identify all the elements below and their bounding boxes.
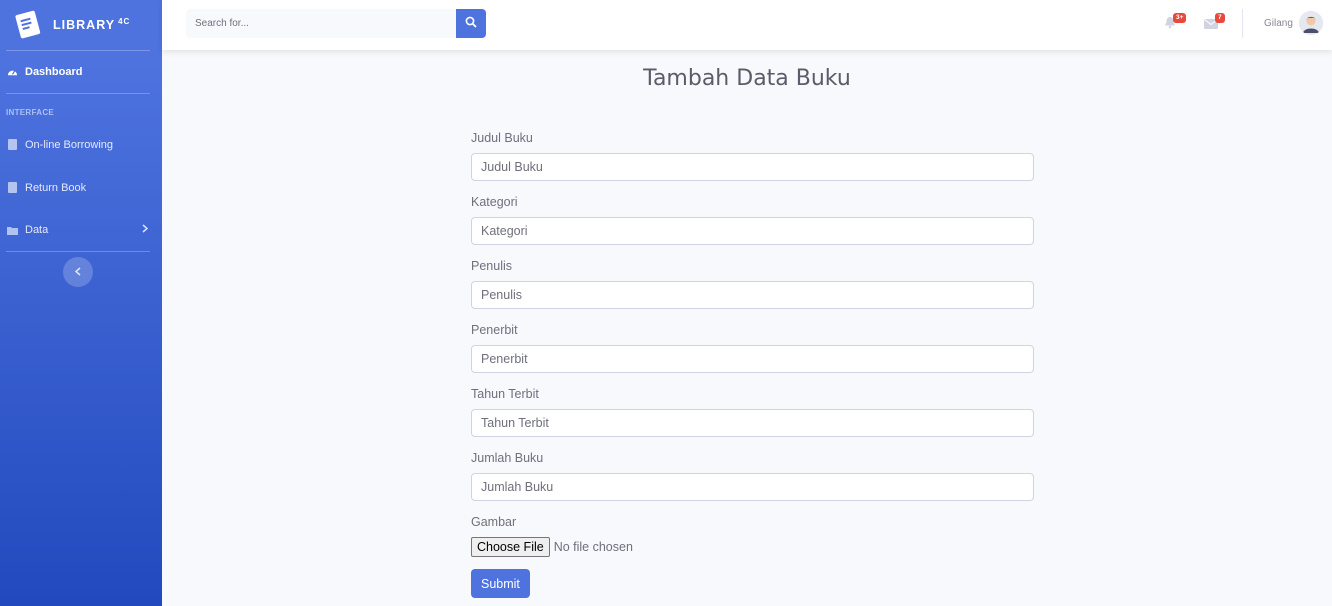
field-label: Gambar [471, 515, 517, 529]
field-label: Penerbit [471, 323, 518, 337]
sidebar-heading: INTERFACE [6, 108, 55, 117]
form-group-penerbit: Penerbit [471, 322, 1034, 373]
search-form [186, 9, 486, 38]
penerbit-field[interactable] [471, 345, 1034, 373]
sidebar-item-dashboard[interactable]: Dashboard [0, 51, 162, 93]
brand-link[interactable]: LIBRARY 4C [0, 0, 162, 50]
sidebar-divider [6, 251, 150, 252]
page-title: Tambah Data Buku [643, 66, 851, 91]
sidebar-item-label: Data [25, 224, 49, 236]
sidebar-item-label: On-line Borrowing [25, 138, 114, 151]
kategori-field[interactable] [471, 217, 1034, 245]
sidebar-item-label: Return Book [25, 181, 87, 194]
alerts-dropdown[interactable]: 3+ [1164, 13, 1187, 36]
sidebar-toggle-button[interactable] [63, 257, 93, 287]
file-input: Choose File No file chosen [471, 537, 1034, 557]
avatar [1298, 11, 1323, 35]
book-icon [7, 182, 18, 193]
messages-badge: 7 [1215, 13, 1225, 23]
brand-version: 4C [118, 17, 131, 27]
user-name: Gilang [1264, 17, 1293, 29]
messages-dropdown[interactable]: 7 [1204, 13, 1226, 36]
chevron-right-icon [142, 224, 149, 236]
alerts-badge: 3+ [1173, 13, 1187, 23]
book-icon [7, 139, 18, 150]
field-label: Tahun Terbit [471, 387, 539, 401]
field-label: Judul Buku [471, 131, 533, 145]
file-status: No file chosen [553, 540, 633, 554]
search-icon [465, 15, 477, 33]
tachometer-icon [7, 67, 18, 78]
sidebar-item-data[interactable]: Data [0, 209, 162, 251]
topbar: 3+ 7 Gilang [162, 0, 1332, 50]
user-dropdown[interactable]: Gilang [1264, 11, 1323, 35]
folder-icon [7, 225, 18, 236]
sidebar-item-label: Dashboard [25, 66, 83, 78]
tahun-terbit-field[interactable] [471, 409, 1034, 437]
form-group-jumlah-buku: Jumlah Buku [471, 450, 1034, 501]
field-label: Kategori [471, 195, 518, 209]
penulis-field[interactable] [471, 281, 1034, 309]
search-input[interactable] [186, 9, 456, 38]
choose-file-button[interactable]: Choose File [471, 537, 550, 557]
form-group-judul-buku: Judul Buku [471, 130, 1034, 181]
add-book-form: Judul Buku Kategori Penulis Penerbit Tah… [471, 130, 1034, 598]
sidebar-item-return-book[interactable]: Return Book [0, 166, 162, 209]
topbar-divider [1242, 9, 1243, 38]
form-group-kategori: Kategori [471, 194, 1034, 245]
judul-buku-field[interactable] [471, 153, 1034, 181]
sidebar-item-online-borrowing[interactable]: On-line Borrowing [0, 123, 162, 166]
chevron-left-icon [74, 263, 81, 281]
form-group-gambar: Gambar Choose File No file chosen [471, 514, 1034, 557]
form-group-tahun-terbit: Tahun Terbit [471, 386, 1034, 437]
brand-text: LIBRARY 4C [53, 17, 131, 33]
form-group-penulis: Penulis [471, 258, 1034, 309]
search-button[interactable] [456, 9, 486, 38]
jumlah-buku-field[interactable] [471, 473, 1034, 501]
sidebar: LIBRARY 4C Dashboard INTERFACE On-line Bo… [0, 0, 162, 606]
book-logo-icon [14, 8, 46, 42]
submit-button[interactable]: Submit [471, 569, 530, 598]
field-label: Jumlah Buku [471, 451, 544, 465]
field-label: Penulis [471, 259, 512, 273]
